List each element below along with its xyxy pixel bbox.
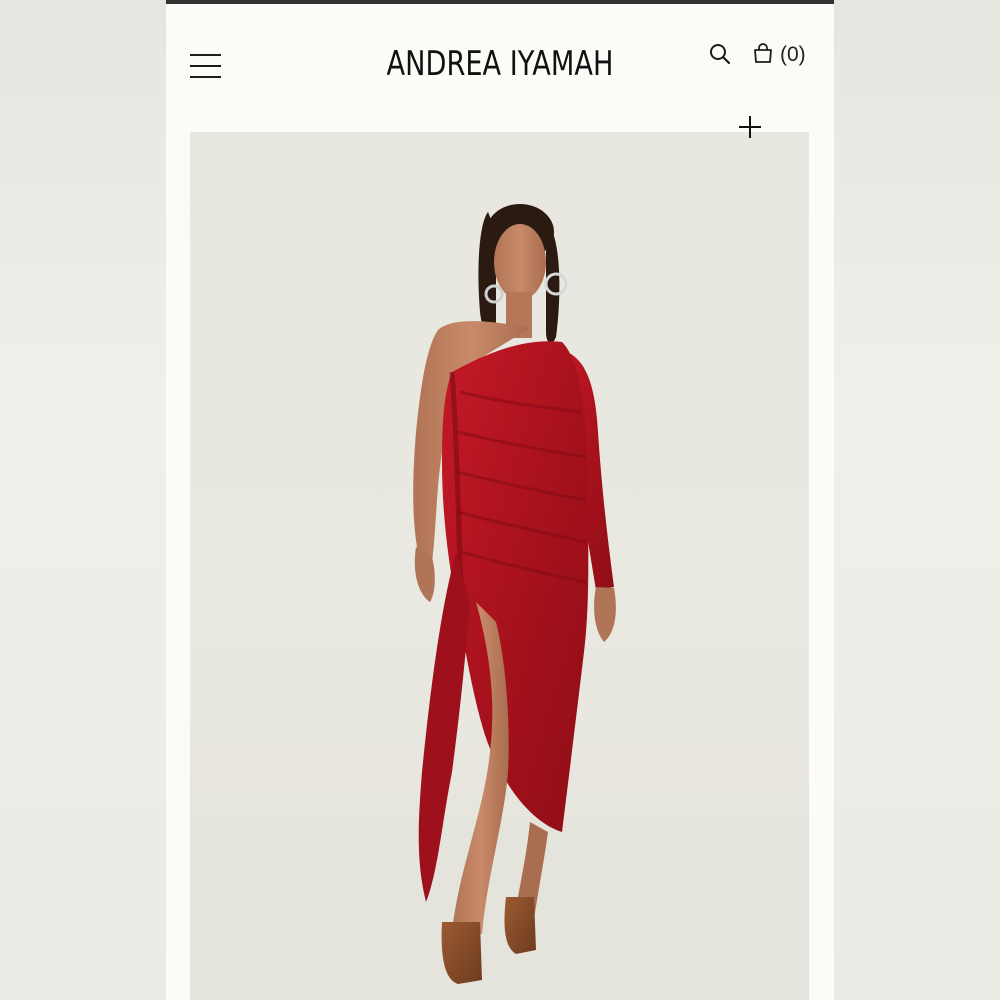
product-image[interactable] (190, 132, 809, 1000)
plus-icon[interactable] (737, 114, 763, 140)
background-left (0, 0, 166, 1000)
top-status-bar (166, 0, 834, 4)
cart-count: (0) (780, 43, 806, 66)
brand-logo[interactable]: ANDREA IYAMAH (353, 44, 647, 84)
background-right (834, 0, 1000, 1000)
floor (190, 817, 809, 1000)
cart-button[interactable]: (0) (752, 42, 806, 68)
hamburger-menu-icon[interactable] (190, 54, 222, 82)
search-icon[interactable] (708, 42, 732, 66)
mobile-page: ANDREA IYAMAH (0) (166, 0, 834, 1000)
shopping-bag-icon (752, 42, 774, 69)
